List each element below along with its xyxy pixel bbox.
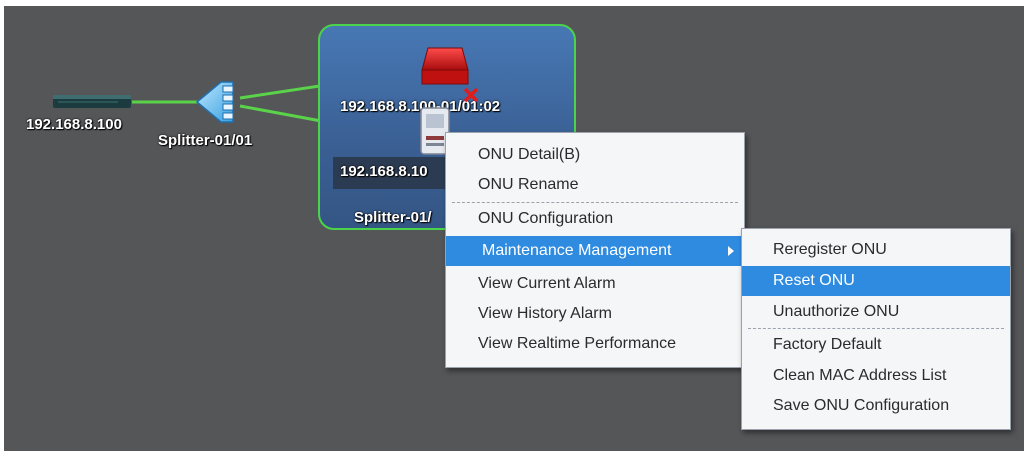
splitter-icon[interactable] xyxy=(193,78,241,126)
menu-item-view-realtime-performance[interactable]: View Realtime Performance xyxy=(446,329,744,359)
menu-separator xyxy=(452,202,738,203)
submenu-item-unauthorize-onu[interactable]: Unauthorize ONU xyxy=(742,297,1010,327)
submenu-item-clean-mac-address-list[interactable]: Clean MAC Address List xyxy=(742,361,1010,391)
menu-item-view-history-alarm[interactable]: View History Alarm xyxy=(446,299,744,329)
menu-item-onu-rename[interactable]: ONU Rename xyxy=(446,170,744,200)
menu-item-view-current-alarm[interactable]: View Current Alarm xyxy=(446,269,744,299)
maintenance-submenu: Reregister ONU Reset ONU Unauthorize ONU… xyxy=(741,228,1011,430)
submenu-item-reset-onu[interactable]: Reset ONU xyxy=(742,266,1010,296)
error-x-icon xyxy=(463,87,479,103)
submenu-item-reregister-onu[interactable]: Reregister ONU xyxy=(742,235,1010,265)
menu-item-maintenance-management[interactable]: Maintenance Management xyxy=(446,236,744,266)
submenu-item-save-onu-configuration[interactable]: Save ONU Configuration xyxy=(742,391,1010,421)
submenu-arrow-icon xyxy=(728,246,734,256)
splitter-label: Splitter-01/01 xyxy=(158,132,253,149)
olt-label: 192.168.8.100 xyxy=(26,116,122,133)
group-label: Splitter-01/ xyxy=(354,209,432,226)
menu-item-onu-configuration[interactable]: ONU Configuration xyxy=(446,204,744,234)
submenu-item-factory-default[interactable]: Factory Default xyxy=(742,330,1010,360)
context-menu: ONU Detail(B) ONU Rename ONU Configurati… xyxy=(445,132,745,368)
submenu-separator xyxy=(748,328,1004,329)
onu2-label: 192.168.8.10 xyxy=(340,163,428,180)
onu-alarm-icon[interactable] xyxy=(420,44,470,90)
olt-device-icon[interactable] xyxy=(52,92,134,112)
maintenance-management-label: Maintenance Management xyxy=(482,242,672,259)
menu-item-onu-detail[interactable]: ONU Detail(B) xyxy=(446,140,744,170)
